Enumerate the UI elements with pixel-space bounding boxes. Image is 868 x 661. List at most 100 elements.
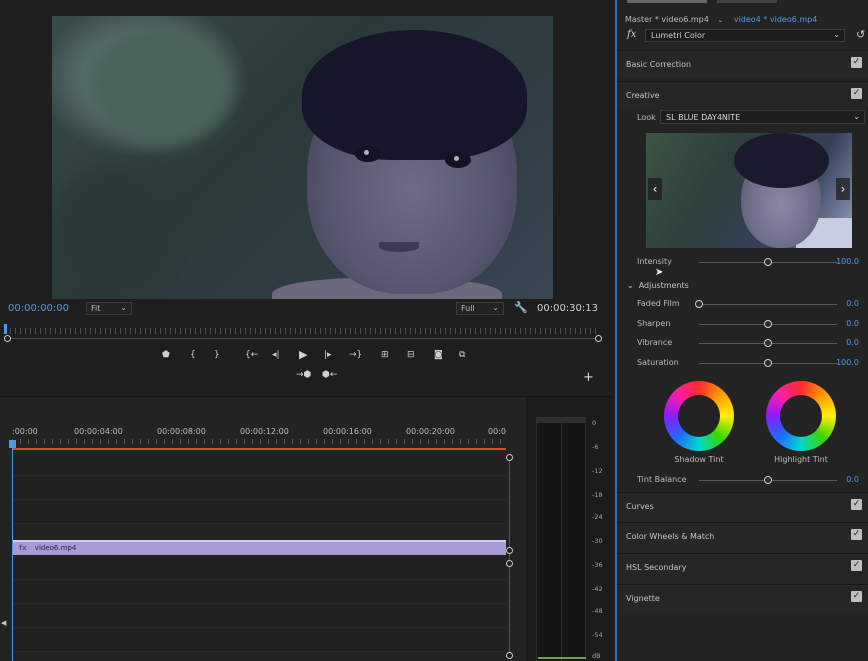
step-back-icon[interactable]: ◂| [272, 350, 280, 360]
db-label: -42 [592, 585, 603, 593]
panel-tab[interactable] [717, 0, 777, 3]
section-creative[interactable]: Creative ✓ [617, 81, 868, 109]
zoom-handle-left[interactable] [4, 335, 11, 342]
playhead-timecode[interactable]: 00:00:00:00 [8, 303, 69, 314]
video-clip[interactable]: fx video6.mp4 [13, 540, 506, 555]
panel-tab-active[interactable] [627, 0, 707, 3]
sharpen-value[interactable]: 0.0 [846, 319, 859, 328]
insert-icon[interactable]: →⬢ [296, 370, 311, 380]
mark-out-icon[interactable]: } [214, 350, 220, 360]
add-button-icon[interactable]: + [583, 370, 594, 385]
scroll-handle-mid[interactable] [506, 547, 513, 554]
faded-film-value[interactable]: 0.0 [846, 299, 859, 308]
section-enable-checkbox[interactable]: ✓ [851, 560, 862, 571]
lumetri-color-panel: Master * video6.mp4 ⌄ video4 * video6.mp… [615, 0, 868, 661]
zoom-handle-right[interactable] [595, 335, 602, 342]
vibrance-slider-knob[interactable] [764, 339, 772, 347]
chevron-left-icon[interactable]: ‹ [648, 178, 662, 200]
premiere-workspace: 00:00:00:00 Fit ⌄ Full ⌄ 🔧 00:00:30:13 ⬟… [0, 0, 868, 661]
section-vignette[interactable]: Vignette ✓ [617, 584, 868, 615]
play-icon[interactable]: ▶ [299, 348, 307, 361]
marker-icon[interactable]: ⬟ [162, 350, 170, 360]
program-video-frame[interactable] [52, 16, 553, 299]
section-enable-checkbox[interactable]: ✓ [851, 529, 862, 540]
highlight-tint-wheel[interactable] [766, 381, 836, 451]
duration-timecode: 00:00:30:13 [536, 303, 598, 314]
clip-selector[interactable]: Master * video6.mp4 ⌄ video4 * video6.mp… [625, 15, 817, 24]
scroll-handle-lower[interactable] [506, 560, 513, 567]
faded-film-slider-track[interactable] [699, 304, 837, 305]
chevron-right-icon[interactable]: › [836, 178, 850, 200]
section-label: Curves [626, 502, 654, 511]
look-preview-thumbnail[interactable]: ‹ › [646, 133, 852, 248]
look-select[interactable]: SL BLUE DAY4NITE ⌄ [660, 110, 865, 124]
timeline-vertical-scrollbar[interactable] [509, 455, 510, 655]
lift-icon[interactable]: ⊞ [381, 350, 389, 360]
db-label: 0 [592, 419, 597, 427]
saturation-slider-knob[interactable] [764, 359, 772, 367]
adjustments-label: Adjustments [638, 281, 689, 290]
go-to-in-icon[interactable]: {← [245, 350, 258, 360]
track-row[interactable] [12, 501, 506, 524]
look-label: Look [637, 113, 656, 122]
wrench-settings-icon[interactable]: 🔧 [514, 301, 528, 314]
chevron-down-icon: ⌄ [853, 112, 860, 121]
timeline-playhead[interactable] [9, 440, 16, 661]
vibrance-value[interactable]: 0.0 [846, 338, 859, 347]
shadow-tint-wheel[interactable] [664, 381, 734, 451]
section-basic-correction[interactable]: Basic Correction ✓ [617, 50, 868, 78]
chevron-down-icon[interactable]: ⌄ [717, 16, 723, 24]
zoom-level-select[interactable]: Fit ⌄ [86, 302, 132, 315]
ruler-label: 00:0 [488, 427, 506, 436]
mouse-cursor-icon: ➤ [655, 267, 664, 278]
sequence-clip-label[interactable]: video4 * video6.mp4 [734, 15, 817, 24]
effect-select[interactable]: Lumetri Color ⌄ [645, 29, 845, 42]
step-forward-icon[interactable]: |▸ [324, 350, 332, 360]
section-hsl-secondary[interactable]: HSL Secondary ✓ [617, 553, 868, 584]
in-out-range-bar[interactable] [12, 448, 506, 450]
adjustments-toggle[interactable]: ⌄ Adjustments [627, 281, 689, 290]
track-row[interactable] [12, 557, 506, 580]
track-row[interactable] [12, 581, 506, 604]
section-enable-checkbox[interactable]: ✓ [851, 591, 862, 602]
monitor-scrub-bar[interactable] [4, 322, 604, 342]
track-row[interactable] [12, 453, 506, 476]
sharpen-slider-row: Sharpen 0.0 [617, 317, 868, 331]
tint-balance-slider-knob[interactable] [764, 476, 772, 484]
sharpen-slider-knob[interactable] [764, 320, 772, 328]
track-scroll-left-icon[interactable]: ◀ [1, 619, 6, 627]
camera-icon[interactable]: ◙ [434, 350, 443, 360]
mark-in-icon[interactable]: { [190, 350, 196, 360]
highlight-tint-label: Highlight Tint [774, 455, 828, 464]
timeline-ruler[interactable]: :00:00 00:00:04:00 00:00:08:00 00:00:12:… [12, 427, 506, 447]
intensity-value[interactable]: 100.0 [836, 257, 859, 266]
reset-effect-icon[interactable]: ↺ [856, 28, 865, 41]
track-row[interactable] [12, 629, 506, 652]
intensity-slider-knob[interactable] [764, 258, 772, 266]
playback-resolution-select[interactable]: Full ⌄ [456, 302, 504, 315]
zoom-level-value: Fit [91, 304, 101, 313]
master-clip-label[interactable]: Master * video6.mp4 [625, 15, 709, 24]
section-enable-checkbox[interactable]: ✓ [851, 88, 862, 99]
extract-icon[interactable]: ⊟ [407, 350, 415, 360]
track-row[interactable] [12, 477, 506, 500]
tint-balance-value[interactable]: 0.0 [846, 475, 859, 484]
scroll-handle-bottom[interactable] [506, 652, 513, 659]
scroll-handle-top[interactable] [506, 454, 513, 461]
go-to-out-icon[interactable]: →} [349, 350, 362, 360]
faded-film-slider-knob[interactable] [695, 300, 703, 308]
playhead-marker[interactable] [4, 324, 7, 334]
section-curves[interactable]: Curves ✓ [617, 492, 868, 522]
section-color-wheels[interactable]: Color Wheels & Match ✓ [617, 522, 868, 553]
background-foliage [92, 26, 232, 146]
overwrite-icon[interactable]: ⬢← [322, 370, 337, 380]
ruler-ticks [12, 439, 506, 444]
compare-icon[interactable]: ⧉ [459, 350, 465, 360]
track-row[interactable] [12, 605, 506, 628]
section-label: Vignette [626, 594, 660, 603]
section-enable-checkbox[interactable]: ✓ [851, 499, 862, 510]
saturation-value[interactable]: 100.0 [836, 358, 859, 367]
section-enable-checkbox[interactable]: ✓ [851, 57, 862, 68]
faded-film-slider-row: Faded Film 0.0 [617, 297, 868, 311]
chevron-down-icon: ⌄ [120, 303, 127, 312]
